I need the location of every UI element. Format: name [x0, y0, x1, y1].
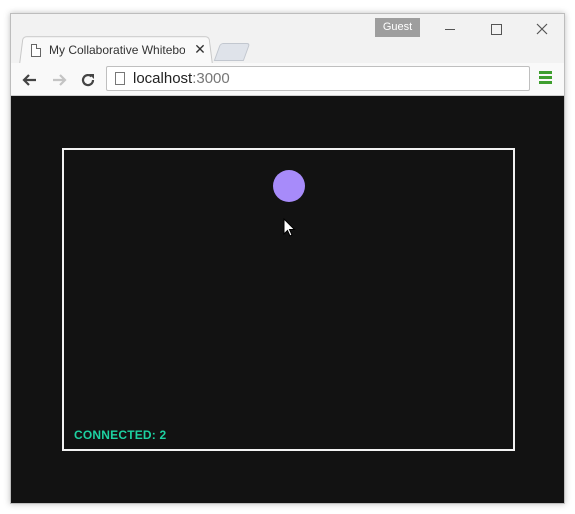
maximize-button[interactable]	[473, 14, 519, 42]
new-tab-button[interactable]	[213, 43, 251, 61]
back-arrow-icon	[22, 74, 36, 87]
address-port: :3000	[192, 70, 230, 87]
tab-whiteboard[interactable]: My Collaborative Whitebo ✕	[25, 38, 211, 64]
minimize-button[interactable]	[427, 14, 473, 42]
close-window-button[interactable]	[519, 14, 565, 42]
browser-window: Guest My Collaborative Whitebo ✕ localho…	[10, 13, 565, 504]
tab-close-button[interactable]: ✕	[192, 40, 208, 58]
forward-arrow-icon	[53, 74, 67, 87]
title-bar: Guest My Collaborative Whitebo ✕	[11, 14, 565, 65]
back-button[interactable]	[18, 67, 42, 91]
page-viewport: CONNECTED: 2	[11, 96, 564, 503]
connection-status: CONNECTED: 2	[74, 428, 167, 442]
peer-cursor-dot	[273, 170, 305, 202]
reload-button[interactable]	[76, 67, 100, 91]
page-icon	[31, 44, 41, 57]
close-icon	[536, 23, 548, 35]
address-bar[interactable]: localhost:3000	[106, 66, 530, 91]
address-url: localhost:3000	[133, 70, 230, 88]
guest-profile-badge[interactable]: Guest	[375, 18, 420, 37]
minimize-icon	[445, 28, 455, 30]
tab-title: My Collaborative Whitebo	[49, 43, 185, 57]
forward-button[interactable]	[47, 67, 71, 91]
hamburger-menu-icon[interactable]	[539, 71, 553, 87]
mouse-pointer-icon	[283, 218, 296, 237]
reload-icon	[81, 74, 95, 87]
whiteboard-canvas[interactable]: CONNECTED: 2	[62, 148, 515, 451]
browser-toolbar: localhost:3000	[11, 63, 564, 96]
page-info-icon[interactable]	[115, 72, 125, 85]
maximize-icon	[490, 23, 502, 35]
address-host: localhost	[133, 70, 193, 87]
